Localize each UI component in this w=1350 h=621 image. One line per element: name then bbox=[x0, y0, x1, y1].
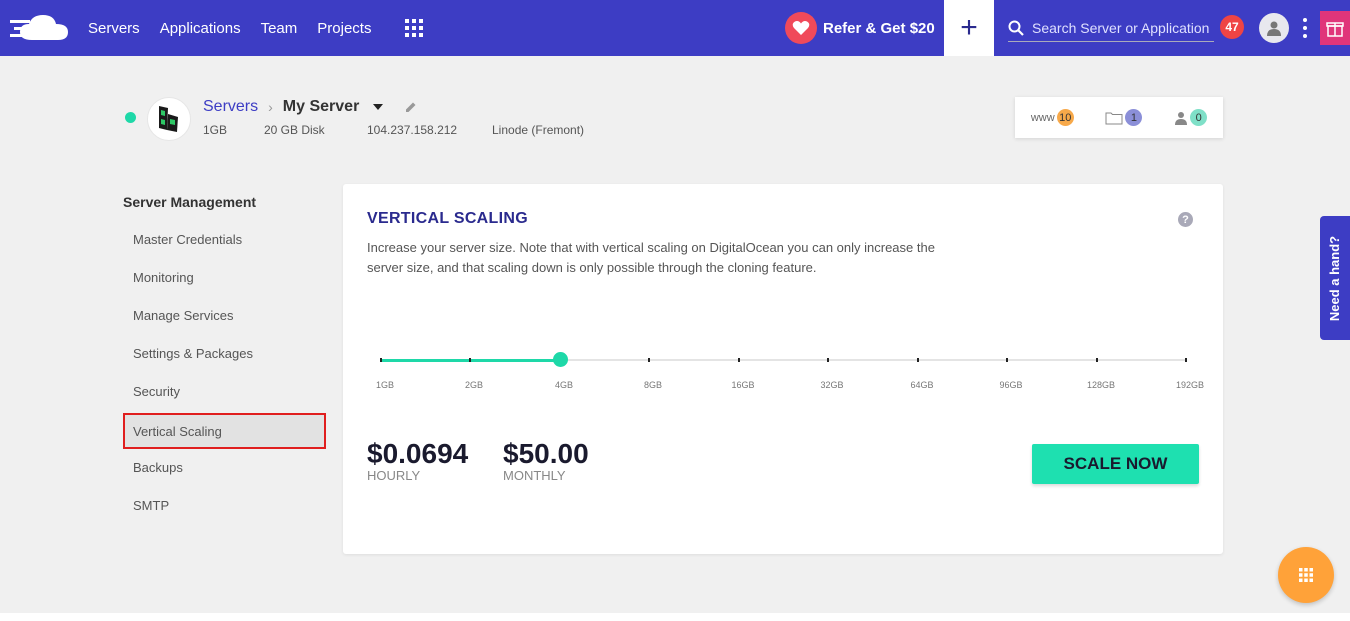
nav-projects[interactable]: Projects bbox=[317, 20, 371, 37]
refer-button[interactable]: Refer & Get $20 bbox=[785, 12, 935, 44]
slider-tick-label[interactable]: 96GB bbox=[999, 380, 1022, 390]
slider-tick-label[interactable]: 192GB bbox=[1176, 380, 1204, 390]
cloudways-logo-icon[interactable] bbox=[10, 10, 70, 46]
slider-tick[interactable] bbox=[380, 358, 382, 362]
folder-icon bbox=[1105, 112, 1123, 124]
search-input[interactable]: Search Server or Application bbox=[1008, 14, 1214, 42]
sidebar-item-smtp[interactable]: SMTP bbox=[123, 487, 326, 523]
apps-count: 10 bbox=[1056, 109, 1074, 126]
slider-tick-label[interactable]: 16GB bbox=[731, 380, 754, 390]
plus-icon: + bbox=[960, 11, 978, 44]
server-dropdown-caret-icon[interactable] bbox=[373, 104, 384, 110]
nav-applications[interactable]: Applications bbox=[160, 20, 241, 37]
server-avatar bbox=[147, 97, 191, 141]
slider-tick-label[interactable]: 1GB bbox=[376, 380, 394, 390]
slider-tick[interactable] bbox=[1096, 358, 1098, 362]
server-stats-box: www 10 1 0 bbox=[1015, 97, 1223, 138]
slider-tick-label[interactable]: 128GB bbox=[1087, 380, 1115, 390]
sidebar-item-manage-services[interactable]: Manage Services bbox=[123, 297, 326, 333]
sidebar-item-backups[interactable]: Backups bbox=[123, 449, 326, 485]
chevron-right-icon: › bbox=[268, 99, 273, 115]
main-nav: Servers Applications Team Projects bbox=[88, 0, 371, 56]
slider-thumb[interactable] bbox=[553, 352, 568, 367]
team-user-icon bbox=[1175, 111, 1188, 125]
slider-tick[interactable] bbox=[648, 358, 650, 362]
users-count: 0 bbox=[1190, 109, 1208, 126]
add-button[interactable]: + bbox=[944, 0, 994, 56]
sidebar-item-security[interactable]: Security bbox=[123, 373, 326, 409]
notifications-badge[interactable]: 47 bbox=[1220, 15, 1244, 39]
card-title: VERTICAL SCALING bbox=[367, 210, 528, 227]
stat-users[interactable]: 0 bbox=[1174, 109, 1208, 126]
search-placeholder: Search Server or Application bbox=[1032, 19, 1210, 36]
server-ip: 104.237.158.212 bbox=[367, 123, 458, 137]
need-a-hand-tab[interactable]: Need a hand? bbox=[1320, 216, 1350, 340]
linode-logo-icon bbox=[159, 106, 178, 132]
sidebar-title: Server Management bbox=[123, 194, 257, 210]
monthly-label: MONTHLY bbox=[503, 468, 566, 483]
slider-tick-label[interactable]: 2GB bbox=[465, 380, 483, 390]
slider-tick[interactable] bbox=[1006, 358, 1008, 362]
hourly-price: $0.0694 bbox=[367, 438, 469, 469]
slider-tick-label[interactable]: 4GB bbox=[555, 380, 573, 390]
slider-tick[interactable] bbox=[469, 358, 471, 362]
server-name: My Server bbox=[282, 98, 360, 115]
user-avatar[interactable] bbox=[1259, 13, 1289, 43]
need-a-hand-label: Need a hand? bbox=[1327, 235, 1343, 321]
vertical-scaling-card: VERTICAL SCALING ? Increase your server … bbox=[343, 184, 1223, 554]
server-size-slider[interactable]: 1GB 2GB 4GB 8GB 16GB 32GB 64GB 96GB 128GB 192GB bbox=[376, 352, 1204, 394]
gift-icon[interactable] bbox=[1320, 11, 1350, 45]
nav-team[interactable]: Team bbox=[261, 20, 298, 37]
scale-now-button[interactable]: SCALE NOW bbox=[1032, 444, 1199, 484]
server-status-dot bbox=[125, 112, 136, 123]
nav-servers[interactable]: Servers bbox=[88, 20, 140, 37]
help-icon[interactable]: ? bbox=[1178, 212, 1193, 227]
slider-tick-label[interactable]: 64GB bbox=[910, 380, 933, 390]
footer-strip bbox=[0, 613, 1350, 621]
card-description: Increase your server size. Note that wit… bbox=[367, 240, 935, 275]
slider-tick[interactable] bbox=[1185, 358, 1187, 362]
sidebar-item-master-credentials[interactable]: Master Credentials bbox=[123, 221, 326, 257]
monthly-price: $50.00 bbox=[503, 438, 589, 469]
server-ram: 1GB bbox=[203, 123, 228, 137]
sidebar-item-monitoring[interactable]: Monitoring bbox=[123, 259, 326, 295]
more-options-icon[interactable] bbox=[1298, 18, 1312, 38]
slider-tick-label[interactable]: 32GB bbox=[820, 380, 843, 390]
hourly-price-block: $0.0694 HOURLY bbox=[367, 438, 468, 482]
heart-icon bbox=[785, 12, 817, 44]
monthly-price-block: $50.00 MONTHLY bbox=[503, 438, 589, 482]
hourly-label: HOURLY bbox=[367, 468, 421, 483]
server-provider: Linode (Fremont) bbox=[492, 123, 585, 137]
slider-tick[interactable] bbox=[917, 358, 919, 362]
server-disk: 20 GB Disk bbox=[264, 123, 325, 137]
breadcrumb: Servers › My Server bbox=[203, 98, 417, 116]
slider-tick[interactable] bbox=[738, 358, 740, 362]
edit-pencil-icon[interactable] bbox=[405, 101, 417, 113]
stat-apps[interactable]: www 10 bbox=[1031, 109, 1074, 126]
search-icon bbox=[1008, 20, 1024, 36]
stat-folders[interactable]: 1 bbox=[1105, 109, 1143, 126]
sidebar-item-vertical-scaling[interactable]: Vertical Scaling bbox=[123, 413, 326, 449]
slider-tick-label[interactable]: 8GB bbox=[644, 380, 662, 390]
user-icon bbox=[1267, 21, 1281, 36]
slider-tick[interactable] bbox=[827, 358, 829, 362]
www-label: www bbox=[1030, 111, 1055, 124]
sidebar-item-settings-packages[interactable]: Settings & Packages bbox=[123, 335, 326, 371]
top-navbar: Servers Applications Team Projects Refer… bbox=[0, 0, 1350, 56]
refer-label: Refer & Get $20 bbox=[823, 19, 935, 37]
grid-menu-icon bbox=[1299, 568, 1313, 582]
apps-grid-icon[interactable] bbox=[405, 19, 423, 37]
quick-actions-button[interactable] bbox=[1278, 547, 1334, 603]
breadcrumb-servers-link[interactable]: Servers bbox=[203, 98, 258, 116]
folders-count: 1 bbox=[1125, 109, 1143, 126]
